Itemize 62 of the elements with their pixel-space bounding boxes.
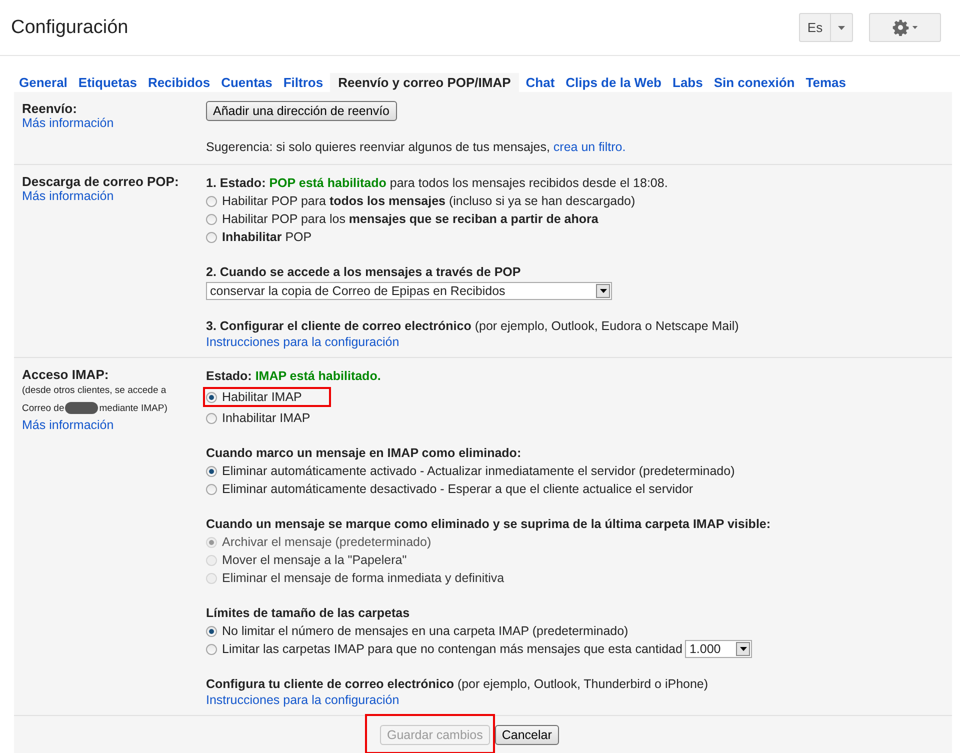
section-label: Reenvío: [22,101,77,116]
caret-icon [600,289,606,293]
settings-tab[interactable]: Reenvío y correo POP/IMAP [330,73,519,92]
dropdown-value: conservar la copia de Correo de Epipas en Recibidos [209,284,506,298]
settings-tab[interactable]: Recibidos [144,73,214,92]
note-text: (desde otros clientes, se accede a [22,384,168,398]
pop-action-dropdown[interactable]: conservar la copia de Correo de Epipas en Recibidos [206,282,612,300]
radio-button[interactable] [206,484,217,494]
option-heading: Cuando marco un mensaje en IMAP como eliminado: [206,445,522,462]
radio-option[interactable]: Inhabilitar IMAP [206,411,310,425]
create-filter-link[interactable]: crea un filtro. [553,140,626,154]
radio-option[interactable]: Habilitar IMAP [206,390,302,404]
settings-button[interactable] [869,13,941,42]
option-heading: Configura tu cliente de correo electrónico (por ejemplo, Outlook, Thunderbird o iPhone) [206,676,708,693]
status-text: 1. Estado: POP está habilitado para todos los mensajes recibidos desde el 18:08. [206,175,668,192]
option-heading: 2. Cuando se accede a los mensajes a través de POP [206,264,521,281]
option-label: Habilitar IMAP [222,390,302,404]
settings-tab[interactable]: Temas [802,73,850,92]
section-label: Acceso IMAP: [22,367,109,382]
option-heading: Límites de tamaño de las carpetas [206,605,410,622]
cancel-button[interactable]: Cancelar [494,725,559,745]
caret-icon [912,26,918,29]
dropdown-value: 1.000 [688,642,722,656]
settings-tab[interactable]: Sin conexión [710,73,799,92]
settings-icon [892,19,909,36]
radio-button[interactable] [206,626,217,636]
settings-tab[interactable]: Cuentas [217,73,276,92]
settings-tab[interactable]: Labs [668,73,707,92]
language-dropdown[interactable] [831,13,853,42]
radio-button[interactable] [206,196,217,206]
caret-icon [740,647,747,651]
instructions-link[interactable]: Instrucciones para la configuración [206,335,400,349]
caret-icon [838,26,845,30]
radio-button[interactable] [206,466,217,476]
section-label: Descarga de correo POP: [22,174,179,189]
instructions-link[interactable]: Instrucciones para la configuración [206,693,400,707]
hint-text: Sugerencia: si solo quieres reenviar algunos de tus mensajes, crea un filtro. [206,139,626,156]
settings-tab[interactable]: General [15,73,72,92]
option-heading: 3. Configurar el cliente de correo electrónico (por ejemplo, Outlook, Eudora o Netscape Mail) [206,318,739,335]
more-info-link[interactable]: Más información [22,418,114,432]
option-label: Inhabilitar IMAP [222,411,310,425]
more-info-link[interactable]: Más información [22,116,114,130]
more-info-link[interactable]: Más información [22,189,114,203]
radio-button[interactable] [206,232,217,242]
page-title: Configuración [11,16,130,38]
radio-button[interactable] [206,392,217,402]
note-text: mediante IMAP) [99,402,168,416]
settings-tab[interactable]: Etiquetas [74,73,141,92]
add-forward-button[interactable]: Añadir una dirección de reenvío [206,101,397,121]
settings-tab[interactable]: Chat [522,73,559,92]
settings-tab[interactable]: Filtros [279,73,328,92]
option-heading: Cuando un mensaje se marque como eliminado y se suprima de la última carpeta IMAP visible: [206,516,771,533]
status-text: Estado: IMAP está habilitado. [206,368,381,385]
radio-button[interactable] [206,644,217,654]
settings-tab[interactable]: Clips de la Web [562,73,666,92]
note-text: Correo de [22,402,64,416]
option-label: Inhabilitar POP [222,230,312,244]
quantity-dropdown[interactable]: 1.000 [685,640,752,658]
radio-option[interactable]: Inhabilitar POP [206,230,312,244]
language-button[interactable]: Es [799,13,831,42]
radio-button[interactable] [206,214,217,224]
radio-button[interactable] [206,412,217,424]
